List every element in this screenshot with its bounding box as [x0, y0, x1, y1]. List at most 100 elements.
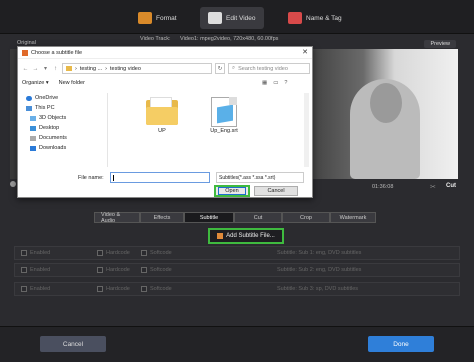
hardcode-checkbox[interactable] [97, 267, 103, 273]
time-readout: 01:36:08 [372, 184, 394, 190]
hardcode-label: Hardcode [106, 267, 130, 273]
list-item[interactable]: UP [142, 97, 182, 134]
name-tag-icon [288, 12, 302, 24]
video-face [370, 83, 402, 123]
softcode-checkbox[interactable] [141, 267, 147, 273]
sidebar-item-label: Downloads [39, 145, 67, 151]
dialog-titlebar: Choose a subtitle file [18, 47, 312, 59]
cancel-button[interactable]: Cancel [40, 336, 106, 352]
scrollbar[interactable] [304, 93, 309, 167]
sidebar-item-downloads[interactable]: Downloads [22, 143, 107, 153]
view-options: ▦ ▭ ? [262, 80, 287, 86]
hardcode-label: Hardcode [106, 286, 130, 292]
subtitle-row: Enabled Hardcode Softcode Subtitle: Sub … [14, 263, 460, 277]
text-caret [113, 175, 114, 181]
cut-button[interactable]: Cut [446, 183, 456, 189]
sidebar-item-label: Documents [39, 135, 67, 141]
sidebar-item-label: OneDrive [35, 95, 59, 101]
tab-edit-video[interactable]: Edit Video [200, 7, 264, 29]
subtitle-row: Enabled Hardcode Softcode Subtitle: Sub … [14, 282, 460, 296]
tab-effects[interactable]: Effects [140, 212, 184, 223]
tab-watermark[interactable]: Watermark [330, 212, 376, 223]
breadcrumb-current[interactable]: testing video [110, 66, 141, 72]
open-label: Open [218, 187, 246, 195]
search-input[interactable]: ⌕ Search testing video [228, 63, 310, 74]
tab-subtitle[interactable]: Subtitle [184, 212, 234, 223]
refresh-icon[interactable]: ↻ [215, 63, 225, 74]
scissors-icon[interactable]: ✂ [430, 183, 436, 191]
srt-file-icon [211, 97, 237, 127]
search-icon: ⌕ [232, 65, 236, 71]
this-pc-icon [26, 105, 32, 111]
subtitle-file-icon [217, 233, 224, 239]
tab-format[interactable]: Format [138, 7, 177, 29]
tab-video-audio[interactable]: Video & Audio [94, 212, 140, 224]
softcode-checkbox[interactable] [141, 250, 147, 256]
tab-crop[interactable]: Crop [282, 212, 330, 223]
enabled-checkbox[interactable] [21, 250, 27, 256]
list-item[interactable]: Up_Eng.srt [204, 97, 244, 134]
sidebar-item-label: Desktop [39, 125, 60, 131]
format-icon [138, 12, 152, 24]
dialog-buttons: Open Cancel [22, 185, 310, 197]
help-icon[interactable]: ? [284, 80, 287, 86]
filetype-select[interactable]: Subtitles(*.ass *.ssa *.srt) [216, 172, 304, 183]
organize-button[interactable]: Organize ▾ [22, 80, 49, 86]
edit-video-icon [208, 12, 222, 24]
pane-icon[interactable]: ▭ [273, 80, 278, 86]
folder-path-icon [66, 66, 72, 71]
seek-handle[interactable] [10, 181, 16, 187]
enabled-label: Enabled [30, 286, 51, 292]
enabled-label: Enabled [30, 267, 51, 273]
downloads-icon [30, 145, 36, 151]
sidebar-item-this-pc[interactable]: This PC [22, 103, 107, 113]
sidebar-item-3d-objects[interactable]: 3D Objects [22, 113, 107, 123]
subtitle-info: Subtitle: Sub 2: eng, DVD subtitles [277, 267, 362, 273]
open-button[interactable]: Open [214, 185, 250, 197]
subtitle-row: Enabled Hardcode Softcode Subtitle: Sub … [14, 246, 460, 260]
onedrive-icon [26, 95, 32, 101]
new-folder-button[interactable]: New folder [59, 80, 85, 86]
command-bar: Organize ▾ New folder ▦ ▭ ? [22, 80, 287, 86]
softcode-label: Softcode [150, 267, 172, 273]
tab-name-tag[interactable]: Name & Tag [288, 7, 342, 29]
address-bar: ← → ▾ ↑ › testing ... › testing video ↻ … [22, 62, 310, 75]
video-track-label: Video Track: [140, 36, 171, 42]
desktop-icon [30, 125, 36, 131]
enabled-checkbox[interactable] [21, 286, 27, 292]
folder-icon [146, 97, 178, 125]
add-subtitle-label: Add Subtitle File... [226, 233, 275, 239]
app-window: Format Edit Video Name & Tag Video Track… [0, 0, 474, 362]
preview-video-pane [300, 49, 458, 179]
add-subtitle-button[interactable]: Add Subtitle File... [208, 228, 284, 244]
softcode-checkbox[interactable] [141, 286, 147, 292]
close-icon[interactable]: ✕ [302, 48, 308, 56]
subtitle-info: Subtitle: Sub 1: eng, DVD subtitles [277, 250, 362, 256]
dialog-title: Choose a subtitle file [31, 49, 83, 56]
hardcode-checkbox[interactable] [97, 250, 103, 256]
hardcode-checkbox[interactable] [97, 286, 103, 292]
top-toolbar: Format Edit Video Name & Tag [0, 0, 474, 34]
tab-edit-video-label: Edit Video [226, 14, 256, 22]
breadcrumb-parent[interactable]: testing ... [80, 66, 102, 72]
view-icon[interactable]: ▦ [262, 80, 267, 86]
file-list: UP Up_Eng.srt [114, 97, 304, 167]
tab-cut[interactable]: Cut [234, 212, 282, 223]
app-icon [22, 49, 28, 56]
forward-icon[interactable]: → [32, 66, 39, 72]
sidebar-item-label: 3D Objects [39, 115, 67, 121]
recent-icon[interactable]: ▾ [42, 65, 49, 72]
dialog-cancel-button[interactable]: Cancel [254, 186, 298, 196]
filename-input[interactable] [110, 172, 210, 183]
done-button[interactable]: Done [368, 336, 434, 352]
sidebar-item-onedrive[interactable]: OneDrive [22, 93, 107, 103]
path-breadcrumb[interactable]: › testing ... › testing video [62, 63, 212, 74]
up-icon[interactable]: ↑ [52, 66, 59, 72]
video-track-select[interactable]: Video1: mpeg2video, 720x480, 60.00fps [180, 36, 278, 42]
enabled-checkbox[interactable] [21, 267, 27, 273]
filename-label: File name: [78, 175, 104, 181]
back-icon[interactable]: ← [22, 66, 29, 72]
sidebar-item-desktop[interactable]: Desktop [22, 123, 107, 133]
chevron-right-icon: › [105, 65, 108, 72]
sidebar-item-documents[interactable]: Documents [22, 133, 107, 143]
